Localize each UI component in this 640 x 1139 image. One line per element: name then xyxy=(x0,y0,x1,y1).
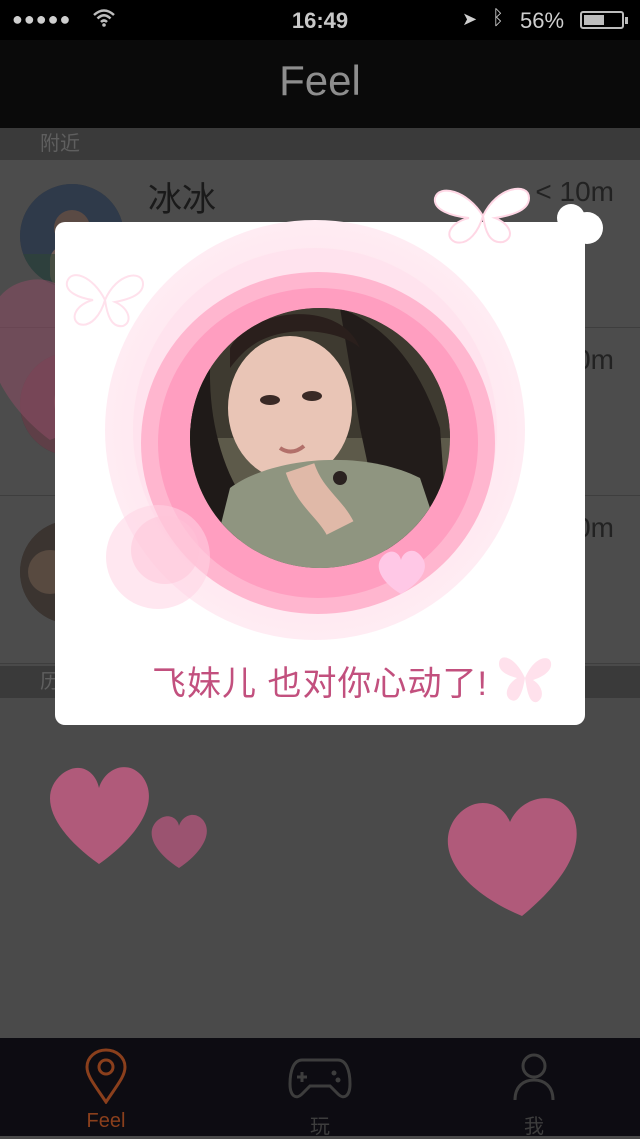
user-name: 冰冰 xyxy=(148,181,216,219)
navigation-bar: Feel xyxy=(0,40,640,128)
tab-bar: Feel 玩 我 xyxy=(0,1038,640,1138)
tab-label: 玩 xyxy=(310,1116,330,1138)
match-message: 飞妹儿 也对你心动了! xyxy=(152,665,488,703)
heart-decoration-icon xyxy=(447,798,577,916)
match-popup[interactable]: 飞妹儿 也对你心动了! xyxy=(55,187,603,725)
heart-decoration-icon xyxy=(49,767,149,864)
heart-icon xyxy=(378,550,425,594)
matched-user-photo xyxy=(190,308,450,568)
page-title: Feel xyxy=(279,57,361,104)
butterfly-icon xyxy=(433,187,531,244)
gamepad-icon xyxy=(288,1058,352,1099)
status-bar: ●●●●● 16:49 ➤ ᛒ 56% xyxy=(0,0,640,40)
tab-me[interactable]: 我 xyxy=(474,1038,594,1138)
battery-percentage: 56% xyxy=(520,8,565,33)
tab-label: Feel xyxy=(86,1110,126,1132)
section-header-nearby: 附近 xyxy=(0,128,640,160)
bluetooth-icon: ᛒ xyxy=(492,7,504,29)
battery-level xyxy=(584,15,604,25)
bubble-decoration-icon xyxy=(106,505,210,609)
battery-icon xyxy=(580,11,628,29)
tab-feel[interactable]: Feel xyxy=(46,1038,166,1136)
section-title: 附近 xyxy=(40,133,80,155)
person-icon xyxy=(513,1053,555,1101)
location-arrow-icon: ➤ xyxy=(462,9,478,29)
location-pin-icon xyxy=(85,1048,127,1104)
heart-decoration-icon xyxy=(151,814,207,868)
cloud-decoration-icon xyxy=(557,204,603,244)
tab-play[interactable]: 玩 xyxy=(260,1038,380,1138)
butterfly-icon xyxy=(65,274,145,328)
tab-label: 我 xyxy=(524,1116,544,1138)
